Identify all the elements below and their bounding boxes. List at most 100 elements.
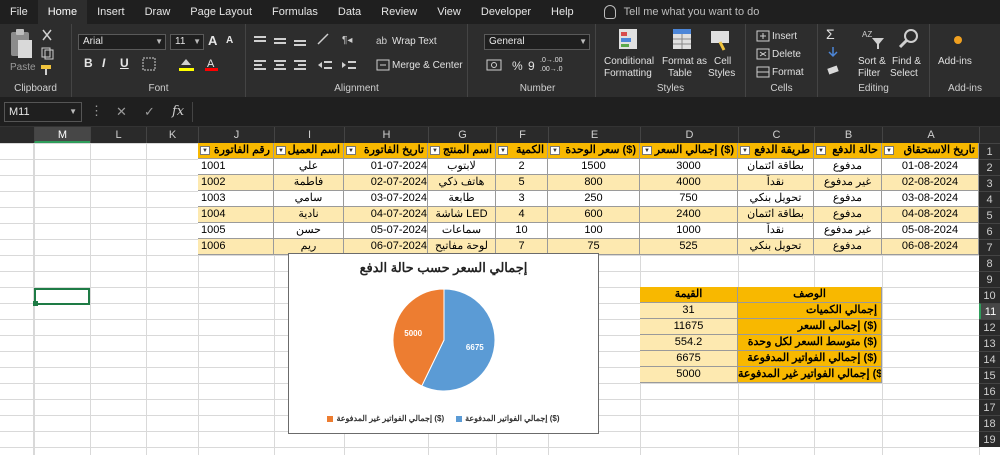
cell-due-date[interactable]: 02-08-2024 [882,175,979,191]
cell-unit-price[interactable]: 1500 [548,159,640,175]
column-header-g[interactable]: G [428,127,496,143]
summary-label[interactable]: متوسط السعر لكل وحدة ($) [738,335,882,351]
percent-button[interactable]: % [512,59,523,73]
cell-unit-price[interactable]: 800 [548,175,640,191]
cell-invoice-number[interactable]: 1005 [198,223,274,239]
column-header-b[interactable]: B [814,127,882,143]
cell-total-price[interactable]: 4000 [640,175,738,191]
sort-filter-icon[interactable]: AZ [862,28,886,50]
decrease-decimal-button[interactable]: .00→.0 [540,66,563,73]
format-cells-button[interactable]: Format [772,67,804,78]
formula-input[interactable] [192,102,996,122]
column-header-l[interactable]: L [90,127,146,143]
filter-dropdown-icon[interactable]: ▼ [498,146,508,155]
filter-dropdown-icon[interactable]: ▼ [642,146,652,155]
bold-button[interactable]: B [84,56,93,70]
conditional-formatting-icon[interactable] [618,28,640,52]
row-header-3[interactable]: 3 [979,175,1000,191]
summary-value[interactable]: 5000 [640,367,738,383]
select-all-corner[interactable] [979,127,1000,143]
fill-handle[interactable] [33,301,38,306]
filter-dropdown-icon[interactable]: ▼ [276,146,286,155]
row-header-14[interactable]: 14 [979,351,1000,367]
header-invoice-date[interactable]: ▼ تاريخ الفاتورة [344,143,428,159]
tab-insert[interactable]: Insert [87,0,135,24]
cell-invoice-number[interactable]: 1001 [198,159,274,175]
cell-payment-method[interactable]: نقداً [738,223,814,239]
cell-due-date[interactable]: 01-08-2024 [882,159,979,175]
cell-unit-price[interactable]: 250 [548,191,640,207]
tab-home[interactable]: Home [37,0,88,24]
column-header-j[interactable]: J [198,127,274,143]
row-header-15[interactable]: 15 [979,367,1000,383]
cell-invoice-date[interactable]: 04-07-2024 [344,207,428,223]
row-header-12[interactable]: 12 [979,319,1000,335]
addins-icon[interactable] [950,32,966,48]
cell-customer-name[interactable]: حسن [274,223,344,239]
filter-dropdown-icon[interactable]: ▼ [550,146,560,155]
header-customer-name[interactable]: ▼ اسم العميل [274,143,344,159]
font-size-combo[interactable]: 11 ▼ [170,34,204,50]
summary-label[interactable]: إجمالي السعر ($) [738,319,882,335]
selected-cell-m11[interactable] [34,288,90,305]
format-as-table-icon[interactable] [672,28,694,52]
header-payment-method[interactable]: ▼ طريقة الدفع [738,143,814,159]
insert-cells-button[interactable]: Insert [772,31,797,42]
delete-cells-button[interactable]: Delete [772,49,801,60]
cell-styles-icon[interactable] [710,28,732,52]
cell-due-date[interactable]: 05-08-2024 [882,223,979,239]
summary-value[interactable]: 554.2 [640,335,738,351]
row-header-16[interactable]: 16 [979,383,1000,399]
spreadsheet-grid[interactable]: M L K J I H G F E D C B A 1 2 3 4 5 6 7 8 9 10 11 1… [0,127,1000,455]
addins-button[interactable]: Add-ins [938,56,972,67]
row-header-6[interactable]: 6 [979,223,1000,239]
underline-button[interactable]: U [120,56,129,70]
comma-button[interactable]: 9 [528,59,535,73]
column-header-c[interactable]: C [738,127,814,143]
sort-filter-label-2[interactable]: Filter [858,68,880,79]
filter-dropdown-icon[interactable]: ▼ [430,146,440,155]
cell-payment-method[interactable]: تحويل بنكي [738,191,814,207]
conditional-formatting-label[interactable]: Conditional [604,56,654,67]
cell-total-price[interactable]: 1000 [640,223,738,239]
row-header-1[interactable]: 1 [979,143,1000,159]
filter-dropdown-icon[interactable]: ▼ [740,146,750,155]
name-box[interactable]: M11 ▼ [4,102,82,122]
cell-total-price[interactable]: 750 [640,191,738,207]
header-payment-status[interactable]: ▼ حالة الدفع [814,143,882,159]
cell-quantity[interactable]: 5 [496,175,548,191]
cell-due-date[interactable]: 04-08-2024 [882,207,979,223]
paste-icon[interactable] [8,28,34,60]
header-total-price[interactable]: ▼ إجمالي السعر ($) [640,143,738,159]
format-as-table-label-2[interactable]: Table [668,68,692,79]
format-painter-icon[interactable] [40,64,54,76]
cell-payment-method[interactable]: نقداً [738,175,814,191]
column-header-d[interactable]: D [640,127,738,143]
cell-unit-price[interactable]: 100 [548,223,640,239]
more-options-icon[interactable]: ⋮ [90,103,103,119]
find-select-label[interactable]: Find & [892,56,921,67]
horizontal-align-icons[interactable] [254,58,314,72]
tell-me-search[interactable]: Tell me what you want to do [603,5,759,19]
font-color-icon[interactable]: A [204,56,220,72]
row-header-18[interactable]: 18 [979,415,1000,431]
wrap-text-button[interactable]: Wrap Text [392,36,437,47]
cell-payment-method[interactable]: بطاقة ائتمان [738,159,814,175]
cell-styles-label-2[interactable]: Styles [708,68,735,79]
row-header-13[interactable]: 13 [979,335,1000,351]
summary-label[interactable]: إجمالي الكميات [738,303,882,319]
cell-invoice-number[interactable]: 1004 [198,207,274,223]
cell-quantity[interactable]: 2 [496,159,548,175]
summary-header-description[interactable]: الوصف [738,287,882,303]
find-select-label-2[interactable]: Select [890,68,918,79]
summary-value[interactable]: 11675 [640,319,738,335]
cell-styles-label[interactable]: Cell [714,56,731,67]
column-header-f[interactable]: F [496,127,548,143]
column-header-m[interactable]: M [34,127,90,143]
filter-dropdown-icon[interactable]: ▼ [346,146,356,155]
cell-product-name[interactable]: سماعات [428,223,496,239]
indent-icons[interactable] [316,58,356,72]
header-unit-price[interactable]: ▼ سعر الوحدة ($) [548,143,640,159]
find-select-icon[interactable] [898,28,920,50]
cell-invoice-date[interactable]: 03-07-2024 [344,191,428,207]
